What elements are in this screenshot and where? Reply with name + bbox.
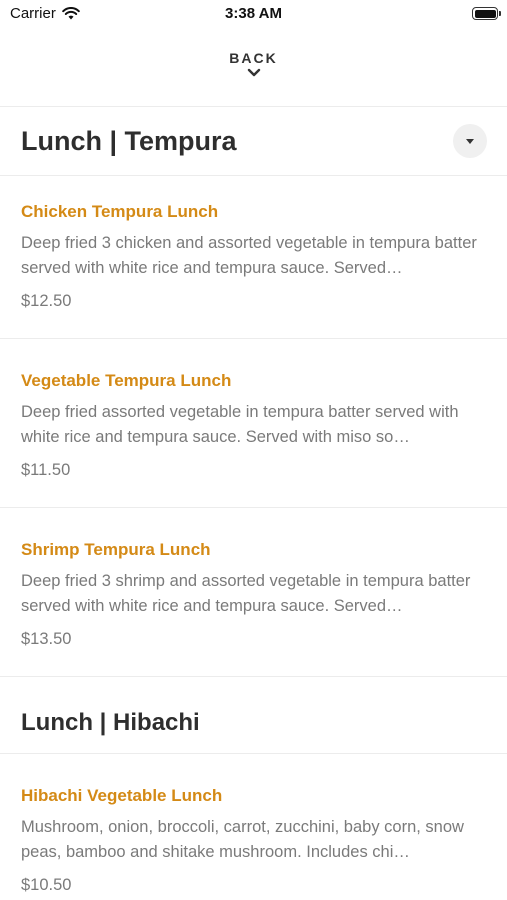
chevron-down-icon <box>247 68 260 77</box>
divider <box>0 175 507 176</box>
item-price: $10.50 <box>21 876 72 894</box>
divider <box>0 106 507 107</box>
item-name: Chicken Tempura Lunch <box>21 202 219 221</box>
divider <box>0 338 507 339</box>
section-dropdown-button[interactable] <box>453 124 487 158</box>
divider <box>0 753 507 754</box>
item-price: $12.50 <box>21 292 72 310</box>
menu-item[interactable]: Shrimp Tempura Lunch Deep fried 3 shrimp… <box>21 539 487 650</box>
battery-icon <box>472 7 501 20</box>
divider <box>0 507 507 508</box>
item-price: $13.50 <box>21 630 72 648</box>
section-title-tempura: Lunch | Tempura <box>21 126 237 156</box>
status-time: 3:38 AM <box>225 5 282 22</box>
menu-item[interactable]: Chicken Tempura Lunch Deep fried 3 chick… <box>21 201 487 312</box>
item-name: Vegetable Tempura Lunch <box>21 371 232 390</box>
menu-item[interactable]: Vegetable Tempura Lunch Deep fried assor… <box>21 370 487 481</box>
item-description: Mushroom, onion, broccoli, carrot, zucch… <box>21 818 464 861</box>
status-bar: Carrier 3:38 AM <box>0 0 507 28</box>
back-button[interactable]: BACK <box>0 44 507 104</box>
divider <box>0 676 507 677</box>
section-title-hibachi: Lunch | Hibachi <box>21 709 200 736</box>
item-name: Hibachi Vegetable Lunch <box>21 786 223 805</box>
caret-down-icon <box>466 138 474 144</box>
item-description: Deep fried assorted vegetable in tempura… <box>21 403 459 446</box>
menu-item[interactable]: Hibachi Vegetable Lunch Mushroom, onion,… <box>21 785 487 896</box>
item-description: Deep fried 3 chicken and assorted vegeta… <box>21 234 477 277</box>
item-description: Deep fried 3 shrimp and assorted vegetab… <box>21 572 471 615</box>
item-price: $11.50 <box>21 461 71 479</box>
back-label: BACK <box>229 50 278 66</box>
item-name: Shrimp Tempura Lunch <box>21 540 211 559</box>
